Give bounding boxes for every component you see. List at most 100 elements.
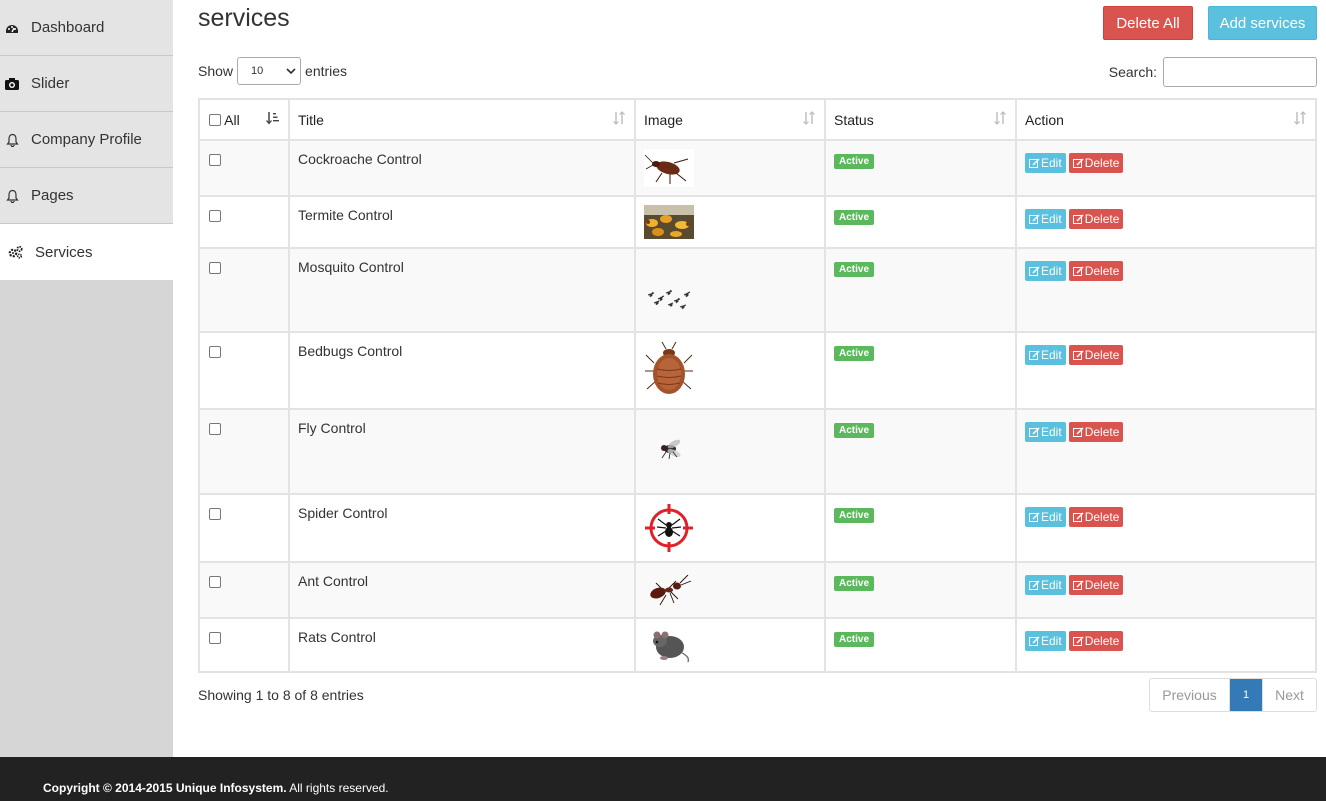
table-info: Showing 1 to 8 of 8 entries <box>198 687 364 703</box>
sort-asc-icon[interactable] <box>266 111 280 128</box>
edit-button[interactable]: Edit <box>1025 631 1066 651</box>
delete-label: Delete <box>1084 425 1120 439</box>
gears-icon <box>8 244 24 260</box>
header-title-label: Title <box>298 111 324 128</box>
header-title[interactable]: Title <box>288 98 636 141</box>
edit-button[interactable]: Edit <box>1025 153 1066 173</box>
edit-icon <box>1072 157 1084 168</box>
fly-image <box>661 439 681 460</box>
header-image[interactable]: Image <box>634 98 826 141</box>
delete-label: Delete <box>1084 578 1120 592</box>
delete-label: Delete <box>1084 264 1120 278</box>
sidebar-item-company-profile[interactable]: Company Profile <box>0 112 173 168</box>
add-services-button[interactable]: Add services <box>1208 6 1317 40</box>
row-title: Rats Control <box>288 617 636 673</box>
row-checkbox[interactable] <box>209 423 221 435</box>
row-title: Cockroache Control <box>288 139 636 197</box>
row-title: Bedbugs Control <box>288 331 636 410</box>
header-all[interactable]: All <box>198 98 290 141</box>
edit-icon <box>1072 635 1084 646</box>
sort-icon[interactable] <box>993 111 1007 128</box>
sort-icon[interactable] <box>802 111 816 128</box>
edit-button[interactable]: Edit <box>1025 422 1066 442</box>
sidebar: Dashboard Slider Company Profile Pages S… <box>0 0 173 757</box>
select-all-checkbox[interactable] <box>209 114 221 126</box>
edit-icon <box>1072 579 1084 590</box>
chevron-down-icon <box>286 66 296 78</box>
edit-label: Edit <box>1041 348 1062 362</box>
next-page-button[interactable]: Next <box>1262 679 1316 711</box>
edit-button[interactable]: Edit <box>1025 507 1066 527</box>
sidebar-item-slider[interactable]: Slider <box>0 56 173 112</box>
bedbug-image <box>645 341 693 394</box>
delete-button[interactable]: Delete <box>1068 575 1124 595</box>
edit-icon <box>1029 349 1040 360</box>
delete-button[interactable]: Delete <box>1068 153 1124 173</box>
row-checkbox[interactable] <box>209 508 221 520</box>
sidebar-item-label: Slider <box>31 75 70 92</box>
delete-button[interactable]: Delete <box>1068 507 1124 527</box>
page-title: services <box>198 4 290 32</box>
sidebar-item-dashboard[interactable]: Dashboard <box>0 0 173 56</box>
edit-icon <box>1029 265 1040 276</box>
table-row: Termite Control Active Edit Delete <box>198 195 1317 249</box>
header-action[interactable]: Action <box>1015 98 1317 141</box>
edit-icon <box>1072 511 1084 522</box>
table-row: Mosquito Control Active Edit Delete <box>198 247 1317 333</box>
status-badge: Active <box>834 423 875 438</box>
sort-icon[interactable] <box>1293 111 1307 128</box>
table-row: Rats Control Active Edit Delete <box>198 617 1317 673</box>
pagination: Previous 1 Next <box>1149 678 1317 712</box>
edit-button[interactable]: Edit <box>1025 575 1066 595</box>
row-title: Mosquito Control <box>288 247 636 333</box>
sidebar-item-services[interactable]: Services <box>0 224 173 280</box>
edit-icon <box>1072 426 1084 437</box>
edit-icon <box>1029 635 1040 646</box>
row-checkbox[interactable] <box>209 262 221 274</box>
sort-icon[interactable] <box>612 111 626 128</box>
status-badge: Active <box>834 154 875 169</box>
sidebar-item-pages[interactable]: Pages <box>0 168 173 224</box>
sidebar-item-label: Services <box>35 243 93 261</box>
search-input[interactable] <box>1163 57 1317 87</box>
ant-image <box>650 574 692 606</box>
page-1-button[interactable]: 1 <box>1230 679 1262 711</box>
delete-label: Delete <box>1084 212 1120 226</box>
table-row: Ant Control Active Edit Delete <box>198 561 1317 619</box>
header-status[interactable]: Status <box>824 98 1017 141</box>
delete-button[interactable]: Delete <box>1068 209 1124 229</box>
delete-button[interactable]: Delete <box>1068 422 1124 442</box>
edit-button[interactable]: Edit <box>1025 261 1066 281</box>
edit-icon <box>1029 426 1040 437</box>
search-control: Search: <box>1109 57 1317 87</box>
status-badge: Active <box>834 632 875 647</box>
status-badge: Active <box>834 508 875 523</box>
delete-button[interactable]: Delete <box>1068 345 1124 365</box>
row-checkbox[interactable] <box>209 576 221 588</box>
delete-button[interactable]: Delete <box>1068 631 1124 651</box>
edit-button[interactable]: Edit <box>1025 345 1066 365</box>
row-checkbox[interactable] <box>209 154 221 166</box>
termite-image <box>644 205 694 239</box>
row-checkbox[interactable] <box>209 346 221 358</box>
sidebar-item-label: Company Profile <box>31 131 142 148</box>
show-label: Show <box>198 63 234 79</box>
edit-label: Edit <box>1041 510 1062 524</box>
row-checkbox[interactable] <box>209 210 221 222</box>
edit-label: Edit <box>1041 264 1062 278</box>
edit-icon <box>1029 213 1040 224</box>
status-badge: Active <box>834 262 875 277</box>
header-action-label: Action <box>1025 111 1064 128</box>
edit-button[interactable]: Edit <box>1025 209 1066 229</box>
previous-page-button[interactable]: Previous <box>1150 679 1230 711</box>
table-row: Bedbugs Control Active Edit Delete <box>198 331 1317 410</box>
mosquito-image <box>647 289 691 310</box>
delete-all-button[interactable]: Delete All <box>1103 6 1193 40</box>
edit-label: Edit <box>1041 578 1062 592</box>
edit-label: Edit <box>1041 156 1062 170</box>
rights-text: All rights reserved. <box>286 781 389 795</box>
edit-icon <box>1072 213 1084 224</box>
delete-button[interactable]: Delete <box>1068 261 1124 281</box>
row-checkbox[interactable] <box>209 632 221 644</box>
page-length-select[interactable]: 10 <box>237 57 302 85</box>
